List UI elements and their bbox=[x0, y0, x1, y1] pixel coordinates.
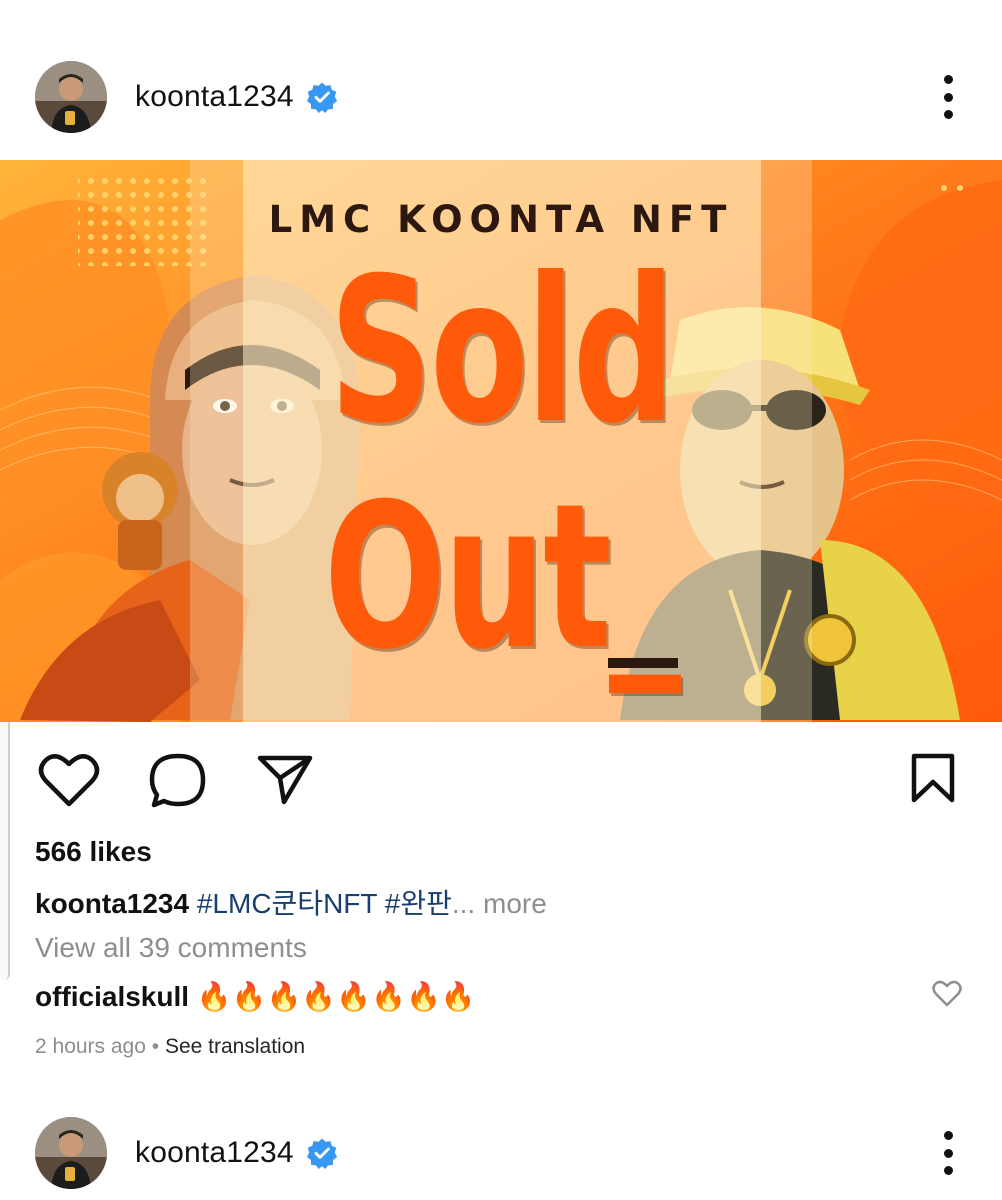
caption: koonta1234 #LMC쿤타NFT #완판... more bbox=[35, 882, 547, 922]
hashtag[interactable]: #LMC쿤타NFT bbox=[197, 888, 377, 919]
post-meta: 2 hours ago • See translation bbox=[35, 1035, 305, 1059]
next-post-username[interactable]: koonta1234 bbox=[135, 1136, 294, 1170]
verified-badge-icon bbox=[306, 82, 337, 113]
see-translation-link[interactable]: See translation bbox=[165, 1035, 305, 1058]
comment-username[interactable]: officialskull bbox=[35, 981, 189, 1012]
caption-username[interactable]: koonta1234 bbox=[35, 888, 189, 919]
comment-bubble-icon[interactable] bbox=[148, 752, 208, 810]
instagram-feed: koonta1234 LMC KOONTA NFT Sold Out_ 566 … bbox=[0, 0, 1002, 1200]
likes-count[interactable]: 566 likes bbox=[35, 836, 152, 868]
view-all-comments-link[interactable]: View all 39 comments bbox=[35, 932, 307, 964]
save-bookmark-icon[interactable] bbox=[910, 752, 956, 804]
username-wrap: koonta1234 bbox=[135, 80, 338, 114]
next-post-header: koonta1234 bbox=[0, 1113, 1002, 1193]
post-header: koonta1234 bbox=[0, 57, 1002, 137]
share-send-icon[interactable] bbox=[256, 752, 314, 806]
top-comment: officialskull 🔥🔥🔥🔥🔥🔥🔥🔥 bbox=[35, 980, 476, 1013]
comment-like-heart-icon[interactable] bbox=[932, 980, 962, 1008]
image-sold-text: Sold bbox=[329, 235, 675, 468]
avatar[interactable] bbox=[35, 61, 107, 133]
more-options-icon[interactable] bbox=[934, 1131, 962, 1175]
hashtag[interactable]: #완판 bbox=[385, 888, 452, 919]
verified-badge-icon bbox=[306, 1138, 337, 1169]
username-wrap: koonta1234 bbox=[135, 1136, 338, 1170]
post-username[interactable]: koonta1234 bbox=[135, 80, 294, 114]
image-out-text: Out_ bbox=[323, 461, 681, 694]
avatar[interactable] bbox=[35, 1117, 107, 1189]
post-time: 2 hours ago bbox=[35, 1035, 146, 1058]
more-options-icon[interactable] bbox=[934, 75, 962, 119]
caption-more-link[interactable]: ... more bbox=[452, 888, 547, 919]
post-image[interactable]: LMC KOONTA NFT Sold Out_ bbox=[0, 160, 1002, 722]
action-bar bbox=[0, 752, 1002, 812]
like-heart-icon[interactable] bbox=[38, 752, 100, 808]
meta-separator: • bbox=[151, 1035, 160, 1058]
comment-text: 🔥🔥🔥🔥🔥🔥🔥🔥 bbox=[196, 981, 476, 1012]
